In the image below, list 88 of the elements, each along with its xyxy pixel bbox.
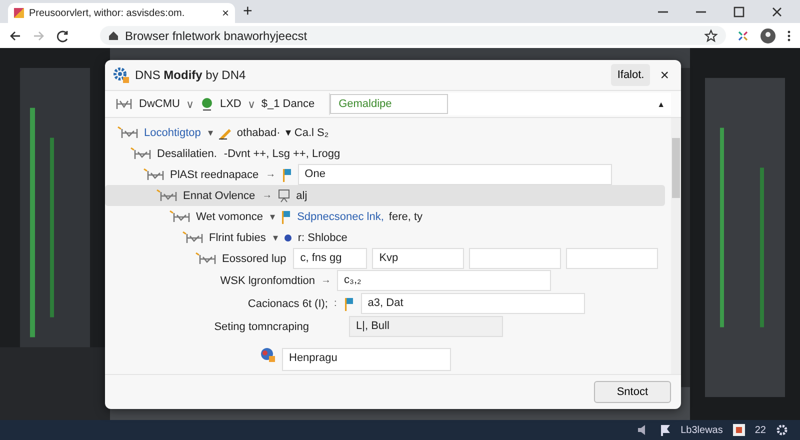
expand-arrow[interactable]: → [266,169,276,180]
node-icon [130,146,152,160]
node-icon [182,230,204,244]
star-icon[interactable] [704,28,718,42]
text-field[interactable]: Henpragu [282,348,451,370]
globe-icon [260,347,276,363]
tree-row[interactable]: Wet vomonce ▾ Sdpnecsonec lnk, fere, ty [105,206,665,227]
extensions-icon[interactable] [736,28,750,42]
app-icon[interactable] [732,424,745,436]
text-field[interactable]: c₃,₂ [337,270,551,291]
field-label: Seting tomncraping [213,320,309,332]
header-button[interactable]: Ifalot. [611,64,650,86]
browser-tab[interactable]: Preusoorvlert, withor: asvisdes:om. × [8,3,235,23]
close-tab-button[interactable]: × [222,6,229,20]
expand-arrow[interactable]: → [262,190,272,201]
close-icon[interactable] [770,4,784,18]
scroll-up-arrow[interactable]: ▲ [651,100,671,108]
site-icon [14,8,24,18]
field-label: Cacionacs 6t (I); [246,298,328,310]
tab-title: Preusoorvlert, withor: asvisdes:om. [29,8,185,18]
node-value: -Dvnt ++, Lsg ++, Lrogg [224,148,340,160]
tree-row[interactable]: PlASt reednapace → One [105,164,665,185]
new-tab-button[interactable]: + [243,2,252,20]
node-value: alj [296,190,308,202]
toolbar-label: $_1 Dance [261,98,315,110]
field-value: Gemaldipe [330,94,448,114]
tree-row[interactable]: Desalilatien. -Dvnt ++, Lsg ++, Lrogg [105,143,665,164]
menu-icon[interactable] [786,28,792,42]
node-label: Desalilatien. [157,148,217,160]
toolbar-dropdown[interactable]: DwCMU ∨ [139,98,194,110]
node-link[interactable]: Locohtigtop [144,126,201,138]
empty-field[interactable] [469,248,562,269]
tree-row[interactable]: Flrint fubies ▾ r: Shlobce [105,227,665,248]
node-value: r: Shlobce [298,232,348,244]
expand-arrow[interactable]: ▾ [272,232,278,244]
gear-icon [113,67,129,83]
node-icon [143,168,165,182]
node-label: PlASt reednapace [170,168,259,180]
text-field[interactable]: Kvp [372,248,464,269]
text-field[interactable]: c, fns gg [293,248,368,269]
settings-icon[interactable] [776,424,788,436]
colon-separator: : [334,298,337,309]
value-link[interactable]: Sdpnecsonec lnk, [297,210,384,222]
clock-text: 22 [754,424,766,436]
address-bar[interactable]: Browser fnletwork bnaworhyjeecst [100,26,726,45]
arrow-indicator: → [321,275,331,286]
status-icon [200,97,214,111]
search-field[interactable]: Gemaldipe ▲ [328,93,671,115]
scrollbar[interactable] [671,118,681,374]
node-icon [156,188,178,202]
profile-icon[interactable] [760,28,776,44]
expand-arrow[interactable]: ▾ [208,126,213,138]
node-icon [117,126,139,140]
dialog-title: DNS Modify by DN4 [135,68,246,82]
home-icon [108,30,119,41]
flag-icon [280,168,293,182]
node-label: Eossored lup [222,252,286,264]
flag-icon[interactable] [658,424,671,436]
network-icon [115,97,133,111]
node-label: Wet vomonce [196,210,264,222]
flag-icon [280,210,292,224]
flag-icon [342,296,355,310]
dot-icon [282,232,293,242]
close-button[interactable]: × [656,66,673,84]
address-text: Browser fnletwork bnaworhyjeecst [125,28,308,42]
node-icon [195,252,217,266]
text-field[interactable]: a3, Dat [360,293,585,314]
monitor-icon [277,188,292,202]
node-label: Flrint fubies [209,232,266,244]
empty-field[interactable] [566,248,658,269]
toolbar-dropdown[interactable]: LXD ∨ [220,98,256,110]
taskbar-label[interactable]: Lb3lewas [680,424,723,436]
expand-arrow[interactable]: ▾ [270,210,276,222]
tree-row[interactable]: Eossored lup c, fns gg Kvp [105,248,665,269]
node-value: fere, ty [388,210,423,222]
node-value: ▾ Ca.l S₂ [285,126,329,139]
back-icon[interactable] [8,28,22,42]
tree-row[interactable]: Locohtigtop ▾ othabad· ▾ Ca.l S₂ [105,122,665,143]
node-label: Ennat Ovlence [183,190,256,202]
field-label: WSK lgronfomdtion [219,274,315,286]
selected-row[interactable]: Ennat Ovlence → alj [105,185,665,206]
node-value: othabad· [236,126,280,138]
maximize-icon[interactable] [732,4,746,18]
text-field[interactable]: One [298,164,612,185]
node-icon [169,210,191,224]
reload-icon[interactable] [56,28,70,42]
submit-button[interactable]: Sntoct [594,381,671,403]
text-field[interactable]: L|, Bull [349,316,503,337]
